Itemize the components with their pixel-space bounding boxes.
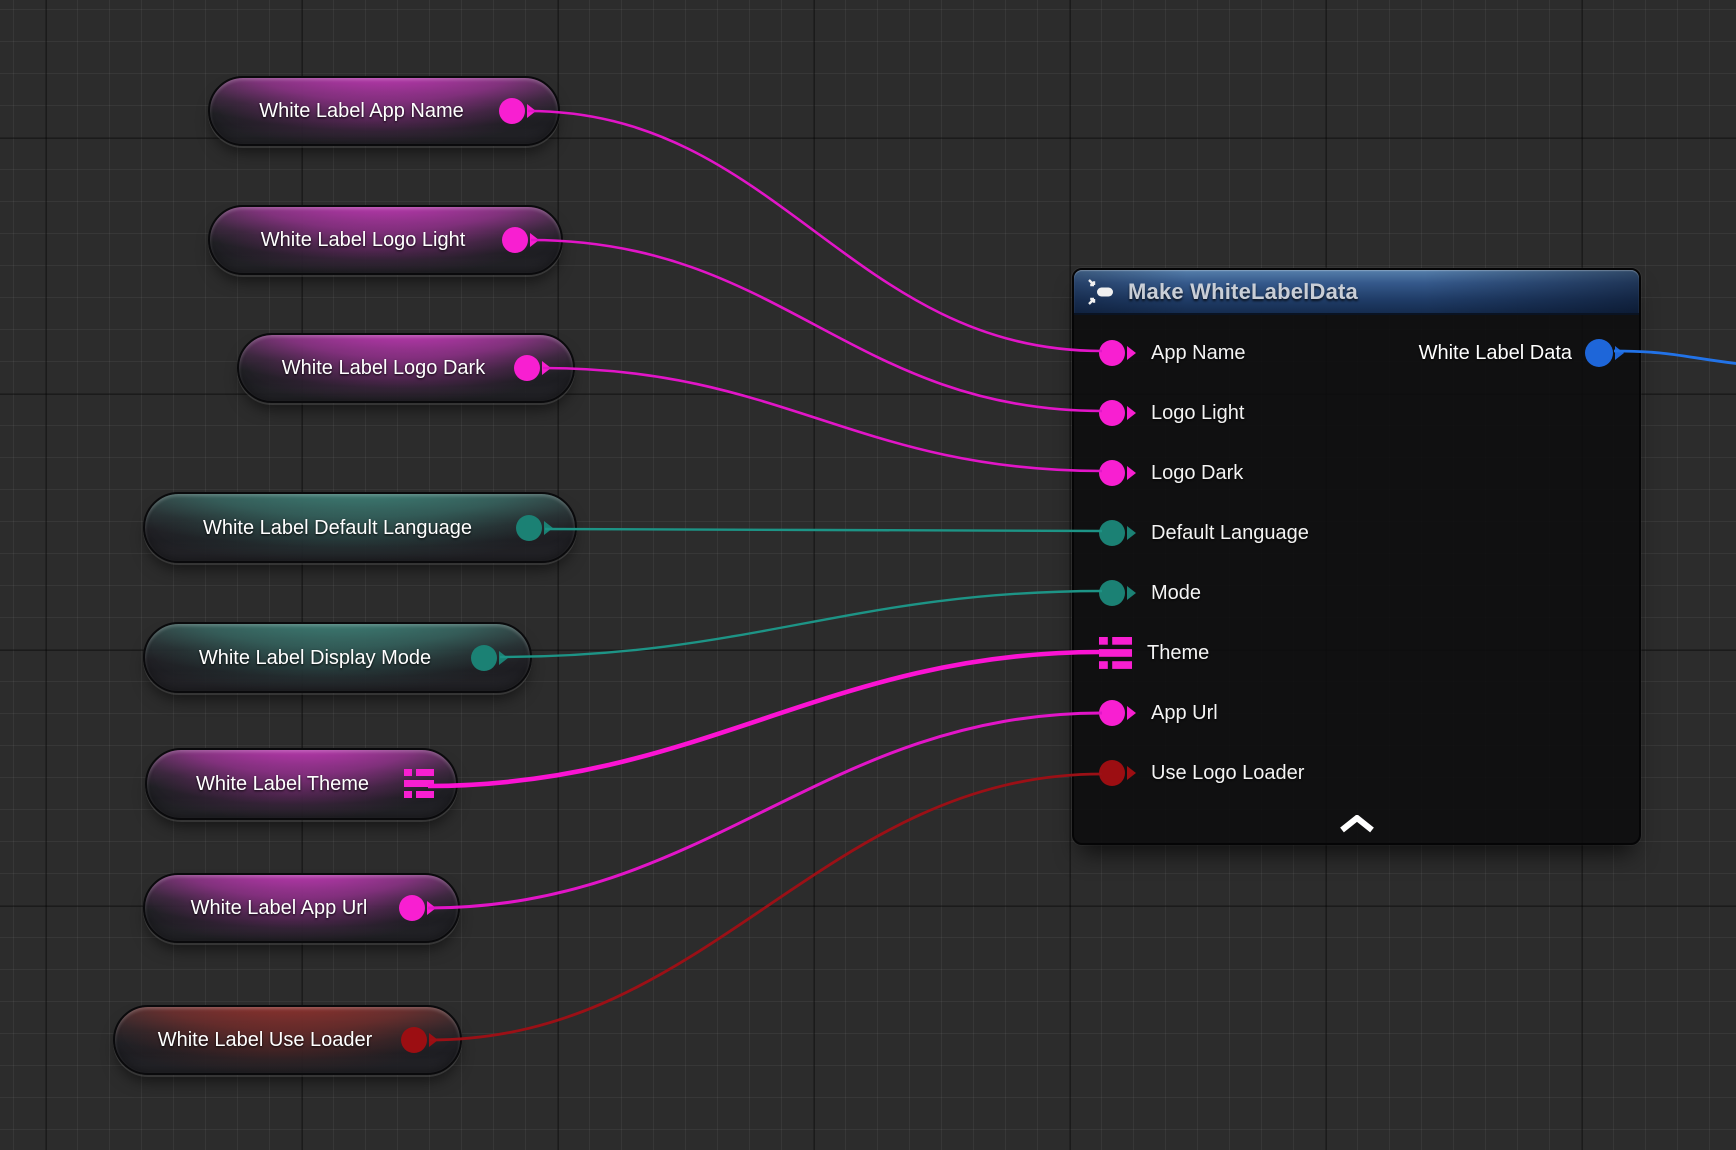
collapse-node-button[interactable] bbox=[1335, 811, 1379, 837]
input-pin-label: App Url bbox=[1151, 702, 1218, 725]
input-row-app-url: App Url bbox=[1074, 683, 1639, 743]
variable-node-white-label-app-name[interactable]: White Label App Name bbox=[208, 76, 560, 146]
make-struct-icon bbox=[1088, 279, 1116, 305]
struct-output-pin[interactable] bbox=[1585, 339, 1624, 367]
make-node-title: Make WhiteLabelData bbox=[1128, 279, 1358, 305]
variable-node-white-label-logo-dark[interactable]: White Label Logo Dark bbox=[237, 333, 575, 403]
variable-node-white-label-default-language[interactable]: White Label Default Language bbox=[143, 492, 577, 563]
output-pin-label: White Label Data bbox=[1419, 342, 1572, 365]
input-row-mode: Mode bbox=[1074, 563, 1639, 623]
input-row-theme: Theme bbox=[1074, 623, 1639, 683]
variable-node-label: White Label App Name bbox=[234, 101, 499, 121]
wire-logo-dark[interactable] bbox=[543, 368, 1102, 471]
struct-grid-output-pin[interactable] bbox=[404, 769, 434, 799]
variable-node-label: White Label Default Language bbox=[169, 518, 516, 538]
variable-node-label: White Label Logo Dark bbox=[263, 358, 514, 378]
string-output-pin[interactable] bbox=[399, 895, 436, 921]
string-output-pin[interactable] bbox=[502, 227, 539, 253]
string-input-pin[interactable] bbox=[1099, 340, 1136, 366]
blueprint-graph-canvas[interactable]: White Label App Name White Label Logo Li… bbox=[0, 0, 1736, 1150]
enum-output-pin[interactable] bbox=[471, 645, 508, 671]
variable-node-label: White Label Logo Light bbox=[234, 230, 502, 250]
string-input-pin[interactable] bbox=[1099, 400, 1136, 426]
input-pin-label: Use Logo Loader bbox=[1151, 762, 1304, 785]
input-pin-label: App Name bbox=[1151, 342, 1246, 365]
input-pin-label: Default Language bbox=[1151, 522, 1309, 545]
wire-app-name[interactable] bbox=[528, 111, 1102, 351]
variable-node-label: White Label Theme bbox=[171, 774, 404, 794]
input-pin-label: Theme bbox=[1147, 642, 1209, 665]
input-pin-label: Logo Dark bbox=[1151, 462, 1243, 485]
enum-output-pin[interactable] bbox=[516, 515, 553, 541]
wire-use-loader[interactable] bbox=[430, 774, 1102, 1040]
variable-node-white-label-logo-light[interactable]: White Label Logo Light bbox=[208, 205, 563, 275]
wire-app-url[interactable] bbox=[428, 713, 1102, 908]
enum-input-pin[interactable] bbox=[1099, 580, 1136, 606]
struct-grid-icon bbox=[404, 769, 434, 799]
input-row-default-language: Default Language bbox=[1074, 503, 1639, 563]
input-row-logo-dark: Logo Dark bbox=[1074, 443, 1639, 503]
string-output-pin[interactable] bbox=[514, 355, 551, 381]
variable-node-white-label-theme[interactable]: White Label Theme bbox=[145, 748, 458, 820]
variable-node-white-label-display-mode[interactable]: White Label Display Mode bbox=[143, 622, 532, 693]
make-node-title-bar[interactable]: Make WhiteLabelData bbox=[1074, 270, 1639, 315]
string-output-pin[interactable] bbox=[499, 98, 536, 124]
variable-node-label: White Label Display Mode bbox=[169, 648, 471, 668]
variable-node-white-label-app-url[interactable]: White Label App Url bbox=[143, 873, 460, 943]
string-input-pin[interactable] bbox=[1099, 460, 1136, 486]
enum-input-pin[interactable] bbox=[1099, 520, 1136, 546]
input-pin-label: Logo Light bbox=[1151, 402, 1244, 425]
wire-default-language[interactable] bbox=[545, 529, 1102, 531]
wire-logo-light[interactable] bbox=[531, 240, 1102, 411]
input-row-use-logo-loader: Use Logo Loader bbox=[1074, 743, 1639, 803]
input-pin-label: Mode bbox=[1151, 582, 1201, 605]
string-input-pin[interactable] bbox=[1099, 700, 1136, 726]
input-row-logo-light: Logo Light bbox=[1074, 383, 1639, 443]
make-node-input-pins: App Name Logo Light Logo Dark Default La… bbox=[1074, 323, 1639, 803]
wire-display-mode[interactable] bbox=[500, 591, 1102, 657]
output-row-white-label-data: White Label Data bbox=[1419, 323, 1639, 383]
bool-input-pin[interactable] bbox=[1099, 760, 1136, 786]
variable-node-label: White Label Use Loader bbox=[139, 1030, 401, 1050]
bool-output-pin[interactable] bbox=[401, 1027, 438, 1053]
variable-node-white-label-use-loader[interactable]: White Label Use Loader bbox=[113, 1005, 462, 1075]
struct-grid-input-pin[interactable] bbox=[1099, 637, 1132, 670]
variable-node-label: White Label App Url bbox=[169, 898, 399, 918]
chevron-up-icon bbox=[1338, 815, 1376, 833]
struct-grid-icon bbox=[1099, 637, 1132, 670]
make-whitelabeldata-node[interactable]: Make WhiteLabelData App Name Logo Light … bbox=[1072, 268, 1641, 845]
